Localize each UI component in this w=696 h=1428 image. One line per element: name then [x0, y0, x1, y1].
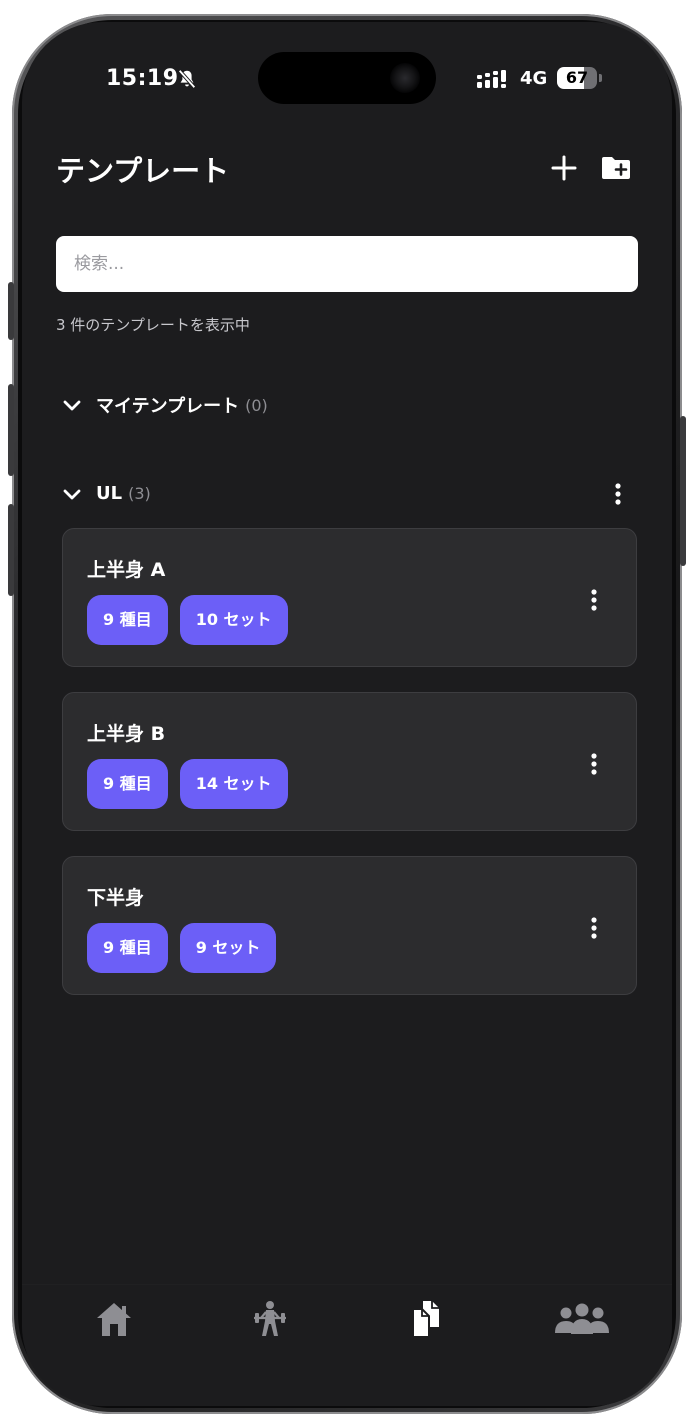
- chevron-down-icon: [63, 489, 81, 499]
- app-screen: 15:19 4G 67 テンプレート 3 件のテンプレートを表示中 マイテンプレ: [22, 22, 672, 1406]
- template-name: 上半身 A: [87, 559, 166, 581]
- community-icon[interactable]: [552, 1299, 612, 1339]
- battery-tip: [599, 74, 602, 82]
- search-input[interactable]: [56, 236, 638, 292]
- template-badges: 9 種目 10 セット: [87, 595, 300, 645]
- dynamic-island: [258, 52, 436, 104]
- network-type: 4G: [520, 68, 548, 89]
- exercise-count-badge: 9 種目: [87, 923, 168, 973]
- workout-icon[interactable]: [240, 1299, 300, 1339]
- camera-lens: [390, 63, 420, 93]
- exercise-count-badge: 9 種目: [87, 595, 168, 645]
- exercise-count-badge: 9 種目: [87, 759, 168, 809]
- template-card[interactable]: 下半身 9 種目 9 セット: [62, 856, 637, 995]
- template-more-icon[interactable]: [582, 749, 606, 779]
- volume-down-button: [8, 504, 14, 596]
- section-count: (0): [245, 395, 268, 415]
- power-button: [680, 416, 686, 566]
- battery-indicator: 67: [557, 67, 597, 89]
- template-more-icon[interactable]: [582, 585, 606, 615]
- section-count: (3): [128, 484, 151, 503]
- section-label: UL: [96, 483, 123, 504]
- action-button: [8, 282, 14, 340]
- set-count-badge: 10 セット: [179, 595, 288, 645]
- template-name: 上半身 B: [87, 723, 166, 745]
- templates-icon[interactable]: [396, 1299, 456, 1339]
- template-card[interactable]: 上半身 A 9 種目 10 セット: [62, 528, 637, 667]
- template-card[interactable]: 上半身 B 9 種目 14 セット: [62, 692, 637, 831]
- template-name: 下半身: [87, 887, 145, 909]
- section-header-ul[interactable]: UL (3): [62, 483, 151, 504]
- status-time: 15:19: [106, 66, 179, 91]
- home-icon[interactable]: [84, 1299, 144, 1339]
- tab-bar: [22, 1284, 672, 1406]
- template-more-icon[interactable]: [582, 913, 606, 943]
- set-count-badge: 9 セット: [179, 923, 277, 973]
- volume-up-button: [8, 384, 14, 476]
- template-badges: 9 種目 14 セット: [87, 759, 300, 809]
- folder-plus-icon[interactable]: [600, 152, 632, 184]
- cellular-signal-icon: [477, 70, 506, 88]
- page-title: テンプレート: [56, 154, 230, 188]
- section-more-icon[interactable]: [606, 479, 630, 509]
- template-count-text: 3 件のテンプレートを表示中: [56, 316, 250, 334]
- template-badges: 9 種目 9 セット: [87, 923, 288, 973]
- section-header-my-templates[interactable]: マイテンプレート (0): [62, 392, 268, 418]
- set-count-badge: 14 セット: [179, 759, 288, 809]
- plus-icon[interactable]: [548, 152, 580, 184]
- chevron-down-icon: [63, 400, 81, 411]
- section-label: マイテンプレート: [96, 396, 240, 417]
- bell-slash-icon: [178, 69, 196, 89]
